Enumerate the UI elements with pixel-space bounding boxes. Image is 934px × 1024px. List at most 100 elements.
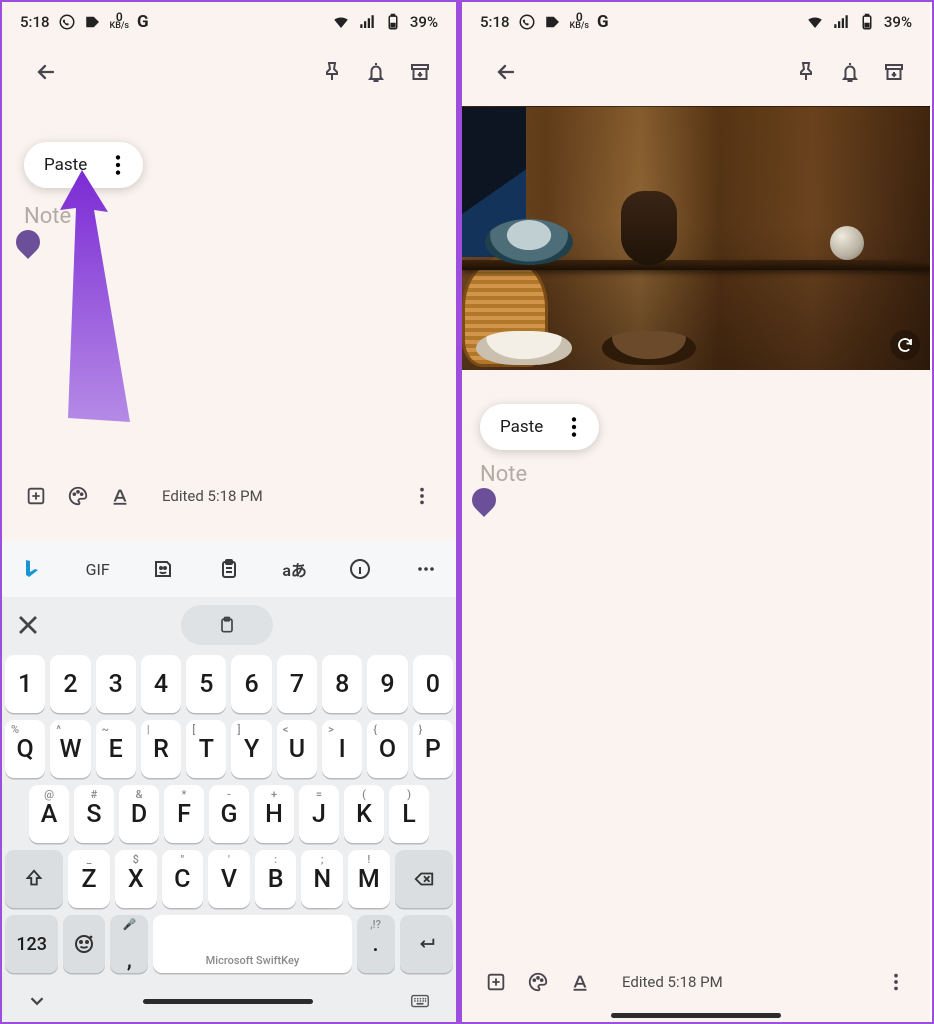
key-h[interactable]: +H bbox=[254, 785, 294, 843]
key-4[interactable]: 4 bbox=[141, 655, 181, 713]
clipboard-button[interactable] bbox=[205, 551, 253, 587]
key-c[interactable]: "C bbox=[162, 850, 204, 908]
key-o[interactable]: {O bbox=[367, 720, 407, 778]
dismiss-clip-chip[interactable] bbox=[12, 609, 44, 641]
key-a[interactable]: @A bbox=[29, 785, 69, 843]
key-,[interactable]: 🎤, bbox=[110, 915, 148, 973]
key-z[interactable]: _Z bbox=[68, 850, 110, 908]
key-e[interactable]: ~E bbox=[96, 720, 136, 778]
sync-image-icon[interactable] bbox=[890, 330, 920, 360]
key-w[interactable]: ^W bbox=[50, 720, 90, 778]
key-123[interactable]: 123 bbox=[5, 915, 58, 973]
key-b[interactable]: :B bbox=[255, 850, 297, 908]
key-7[interactable]: 7 bbox=[277, 655, 317, 713]
context-more[interactable] bbox=[561, 414, 587, 440]
status-bar: 5:18 0KB/s G 39% bbox=[462, 2, 930, 38]
key-emoji[interactable] bbox=[63, 915, 105, 973]
key-p[interactable]: }P bbox=[413, 720, 453, 778]
back-button[interactable] bbox=[24, 50, 68, 94]
key-shift[interactable] bbox=[5, 850, 63, 908]
key-enter[interactable] bbox=[400, 915, 453, 973]
wifi-icon bbox=[332, 13, 350, 31]
key-q[interactable]: %Q bbox=[5, 720, 45, 778]
back-button[interactable] bbox=[484, 50, 528, 94]
key-l[interactable]: )L bbox=[389, 785, 429, 843]
toolbar-more[interactable] bbox=[402, 551, 450, 587]
palette-button[interactable] bbox=[60, 478, 96, 514]
key-y[interactable]: ]Y bbox=[231, 720, 271, 778]
status-bar: 5:18 0KB/s G 39% bbox=[2, 2, 456, 38]
key-m[interactable]: !M bbox=[348, 850, 390, 908]
text-cursor-handle[interactable] bbox=[11, 225, 45, 259]
archive-button[interactable] bbox=[872, 50, 916, 94]
reminder-button[interactable] bbox=[828, 50, 872, 94]
clipboard-chip-row bbox=[2, 597, 456, 653]
battery-pct: 39% bbox=[410, 13, 438, 31]
note-placeholder[interactable]: Note bbox=[480, 462, 527, 487]
home-indicator[interactable] bbox=[143, 999, 313, 1004]
pasted-image[interactable] bbox=[462, 106, 930, 370]
key-r[interactable]: |R bbox=[141, 720, 181, 778]
clipboard-chip[interactable] bbox=[181, 605, 273, 645]
annotation-arrow bbox=[60, 170, 150, 430]
key-8[interactable]: 8 bbox=[322, 655, 362, 713]
sticker-button[interactable] bbox=[139, 551, 187, 587]
paste-action[interactable]: Paste bbox=[492, 417, 551, 437]
key-u[interactable]: <U bbox=[277, 720, 317, 778]
key-k[interactable]: (K bbox=[344, 785, 384, 843]
key-j[interactable]: =J bbox=[299, 785, 339, 843]
archive-button[interactable] bbox=[398, 50, 442, 94]
key-.[interactable]: ,!?. bbox=[357, 915, 395, 973]
key-v[interactable]: 'V bbox=[208, 850, 250, 908]
key-9[interactable]: 9 bbox=[367, 655, 407, 713]
add-content-button[interactable] bbox=[18, 478, 54, 514]
keyboard-switch-icon[interactable] bbox=[408, 990, 432, 1012]
pin-button[interactable] bbox=[784, 50, 828, 94]
key-0[interactable]: 0 bbox=[413, 655, 453, 713]
collapse-keyboard[interactable] bbox=[26, 990, 48, 1012]
add-content-button[interactable] bbox=[478, 964, 514, 1000]
key-5[interactable]: 5 bbox=[186, 655, 226, 713]
key-f[interactable]: *F bbox=[164, 785, 204, 843]
key-3[interactable]: 3 bbox=[96, 655, 136, 713]
key-i[interactable]: >I bbox=[322, 720, 362, 778]
key-space[interactable]: Microsoft SwiftKey bbox=[153, 915, 351, 973]
app-top-bar bbox=[2, 38, 456, 106]
key-1[interactable]: 1 bbox=[5, 655, 45, 713]
reminder-button[interactable] bbox=[354, 50, 398, 94]
key-6[interactable]: 6 bbox=[231, 655, 271, 713]
key-backspace[interactable] bbox=[395, 850, 453, 908]
context-menu: Paste bbox=[480, 404, 599, 450]
note-overflow-button[interactable] bbox=[404, 478, 440, 514]
text-format-button[interactable] bbox=[102, 478, 138, 514]
key-grid: 1234567890 %Q^W~E|R[T]Y<U>I{O}P @A#S&D*F… bbox=[2, 653, 456, 982]
status-time: 5:18 bbox=[20, 13, 50, 31]
pin-button[interactable] bbox=[310, 50, 354, 94]
note-bottom-toolbar: Edited 5:18 PM bbox=[2, 468, 456, 522]
google-icon: G bbox=[597, 12, 609, 32]
palette-button[interactable] bbox=[520, 964, 556, 1000]
key-n[interactable]: ;N bbox=[301, 850, 343, 908]
google-icon: G bbox=[137, 12, 149, 32]
battery-pct: 39% bbox=[884, 13, 912, 31]
key-x[interactable]: $X bbox=[115, 850, 157, 908]
edited-timestamp: Edited 5:18 PM bbox=[162, 487, 398, 505]
key-d[interactable]: &D bbox=[119, 785, 159, 843]
text-cursor-handle[interactable] bbox=[467, 483, 501, 517]
gif-button[interactable]: GIF bbox=[74, 551, 122, 587]
key-g[interactable]: -G bbox=[209, 785, 249, 843]
bing-icon[interactable] bbox=[8, 551, 56, 587]
left-panel: 5:18 0KB/s G 39% Paste Note bbox=[2, 2, 462, 1022]
note-bottom-toolbar: Edited 5:18 PM bbox=[462, 954, 930, 1008]
note-overflow-button[interactable] bbox=[878, 964, 914, 1000]
signal-icon bbox=[358, 13, 376, 31]
nav-bar bbox=[2, 982, 456, 1022]
key-2[interactable]: 2 bbox=[50, 655, 90, 713]
key-t[interactable]: [T bbox=[186, 720, 226, 778]
home-indicator[interactable] bbox=[611, 1013, 781, 1018]
key-s[interactable]: #S bbox=[74, 785, 114, 843]
keyboard: GIF aあ 1234567890 %Q^W~E|R[T]Y<U>I{O}P @… bbox=[2, 541, 456, 1022]
translate-button[interactable]: aあ bbox=[271, 551, 319, 587]
text-format-button[interactable] bbox=[562, 964, 598, 1000]
info-button[interactable] bbox=[336, 551, 384, 587]
